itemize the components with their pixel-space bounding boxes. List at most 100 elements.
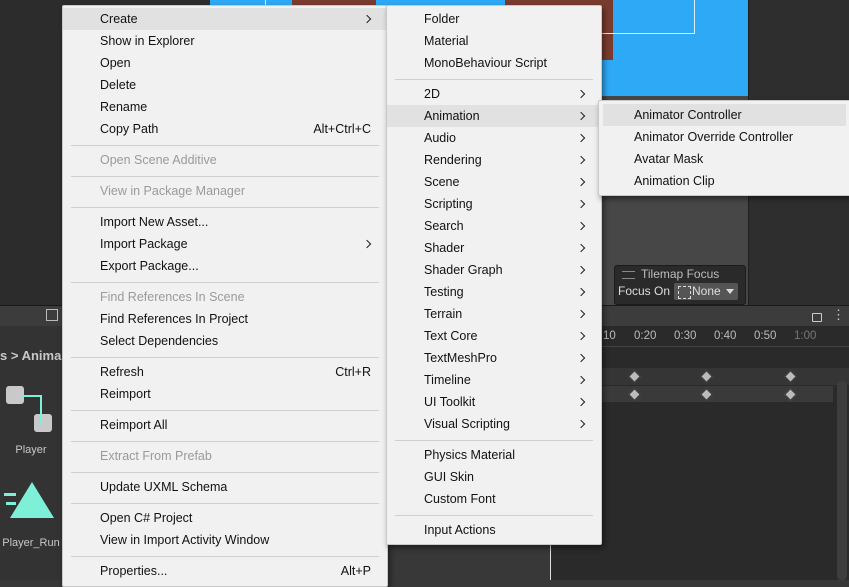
menu-item-custom-font[interactable]: Custom Font — [387, 488, 601, 510]
menu-item-reimport-all[interactable]: Reimport All — [63, 414, 387, 436]
menu-item-avatar-mask[interactable]: Avatar Mask — [599, 148, 849, 170]
menu-item-import-package[interactable]: Import Package — [63, 233, 387, 255]
animation-submenu: Animator Controller Animator Override Co… — [598, 100, 849, 196]
menu-separator — [71, 282, 379, 283]
menu-item-animation[interactable]: Animation — [387, 105, 601, 127]
menu-item-ui-toolkit[interactable]: UI Toolkit — [387, 391, 601, 413]
menu-item-create[interactable]: Create — [63, 8, 387, 30]
chevron-right-icon — [576, 111, 586, 121]
ruler-tick-label: 0:20 — [634, 330, 657, 342]
menu-item-export-package[interactable]: Export Package... — [63, 255, 387, 277]
chevron-right-icon — [576, 133, 586, 143]
more-options-icon[interactable]: ⋮ — [832, 308, 845, 321]
ruler-tick-label: 0:30 — [674, 330, 697, 342]
focus-dropdown[interactable]: None — [674, 283, 738, 300]
menu-separator — [71, 472, 379, 473]
toggle-icon[interactable] — [46, 309, 58, 321]
menu-item-copy-path[interactable]: Copy Path Alt+Ctrl+C — [63, 118, 387, 140]
tilemap-focus-overlay: Tilemap Focus Focus On None — [614, 265, 746, 305]
menu-separator — [71, 410, 379, 411]
chevron-right-icon — [576, 265, 586, 275]
menu-item-view-in-import-activity-window[interactable]: View in Import Activity Window — [63, 529, 387, 551]
menu-item-input-actions[interactable]: Input Actions — [387, 519, 601, 541]
menu-item-shader[interactable]: Shader — [387, 237, 601, 259]
menu-separator — [71, 357, 379, 358]
menu-item-delete[interactable]: Delete — [63, 74, 387, 96]
menu-item-monobehaviour-script[interactable]: MonoBehaviour Script — [387, 52, 601, 74]
chevron-right-icon — [576, 287, 586, 297]
chevron-right-icon — [362, 239, 372, 249]
tilemap-focus-title: Tilemap Focus — [641, 267, 720, 281]
chevron-right-icon — [576, 155, 586, 165]
menu-separator — [395, 515, 593, 516]
menu-separator — [71, 207, 379, 208]
menu-item-testing[interactable]: Testing — [387, 281, 601, 303]
menu-item-animator-controller[interactable]: Animator Controller — [603, 104, 846, 126]
chevron-right-icon — [576, 419, 586, 429]
shortcut-copy-path: Alt+Ctrl+C — [313, 122, 371, 136]
dropdown-arrow-icon — [726, 289, 734, 294]
menu-item-gui-skin[interactable]: GUI Skin — [387, 466, 601, 488]
menu-item-refresh[interactable]: Refresh Ctrl+R — [63, 361, 387, 383]
menu-separator — [71, 556, 379, 557]
motion-line-icon — [6, 502, 16, 505]
menu-item-terrain[interactable]: Terrain — [387, 303, 601, 325]
chevron-right-icon — [576, 177, 586, 187]
motion-line-icon — [4, 493, 16, 496]
chevron-right-icon — [576, 375, 586, 385]
menu-item-rename[interactable]: Rename — [63, 96, 387, 118]
ruler-tick-label: 0:50 — [754, 330, 777, 342]
ruler-tick-label: 10 — [603, 330, 616, 342]
menu-item-select-dependencies[interactable]: Select Dependencies — [63, 330, 387, 352]
menu-item-timeline[interactable]: Timeline — [387, 369, 601, 391]
chevron-right-icon — [576, 243, 586, 253]
menu-separator — [71, 145, 379, 146]
ruler-tick-label: 1:00 — [794, 330, 817, 342]
menu-item-find-references-in-scene: Find References In Scene — [100, 290, 245, 304]
animator-controller-link — [22, 395, 42, 425]
menu-item-visual-scripting[interactable]: Visual Scripting — [387, 413, 601, 435]
create-submenu: Folder Material MonoBehaviour Script 2D … — [386, 5, 602, 545]
menu-item-animator-override-controller[interactable]: Animator Override Controller — [599, 126, 849, 148]
project-context-menu: Create Show in Explorer Open Delete Rena… — [62, 5, 388, 587]
menu-item-text-core[interactable]: Text Core — [387, 325, 601, 347]
menu-separator — [71, 441, 379, 442]
menu-item-extract-from-prefab: Extract From Prefab — [100, 449, 212, 463]
menu-item-search[interactable]: Search — [387, 215, 601, 237]
menu-item-open-csharp-project[interactable]: Open C# Project — [63, 507, 387, 529]
menu-item-properties[interactable]: Properties... Alt+P — [63, 560, 387, 582]
menu-item-update-uxml-schema[interactable]: Update UXML Schema — [63, 476, 387, 498]
menu-item-2d[interactable]: 2D — [387, 83, 601, 105]
menu-item-material[interactable]: Material — [387, 30, 601, 52]
asset-label-player-run[interactable]: Player_Run — [0, 537, 62, 549]
menu-item-import-new-asset[interactable]: Import New Asset... — [63, 211, 387, 233]
menu-item-textmeshpro[interactable]: TextMeshPro — [387, 347, 601, 369]
chevron-right-icon — [576, 397, 586, 407]
chevron-right-icon — [576, 221, 586, 231]
chevron-right-icon — [576, 89, 586, 99]
lock-icon[interactable] — [812, 313, 822, 322]
timeline-scrollbar[interactable] — [837, 381, 847, 580]
menu-item-reimport[interactable]: Reimport — [63, 383, 387, 405]
menu-item-scripting[interactable]: Scripting — [387, 193, 601, 215]
focus-on-label: Focus On — [618, 284, 671, 298]
menu-item-animation-clip[interactable]: Animation Clip — [599, 170, 849, 192]
menu-item-open[interactable]: Open — [63, 52, 387, 74]
focus-square-icon — [678, 286, 691, 299]
menu-item-shader-graph[interactable]: Shader Graph — [387, 259, 601, 281]
ruler-tick-label: 0:40 — [714, 330, 737, 342]
chevron-right-icon — [576, 353, 586, 363]
menu-item-show-in-explorer[interactable]: Show in Explorer — [63, 30, 387, 52]
drag-handle-icon[interactable] — [622, 271, 635, 279]
menu-item-audio[interactable]: Audio — [387, 127, 601, 149]
menu-item-physics-material[interactable]: Physics Material — [387, 444, 601, 466]
menu-item-scene[interactable]: Scene — [387, 171, 601, 193]
breadcrumb[interactable]: s > Anima — [0, 348, 62, 366]
menu-item-find-references-in-project[interactable]: Find References In Project — [63, 308, 387, 330]
asset-label-player[interactable]: Player — [0, 444, 62, 456]
menu-item-folder[interactable]: Folder — [387, 8, 601, 30]
animation-clip-icon[interactable] — [10, 482, 54, 518]
menu-separator — [71, 176, 379, 177]
focus-dropdown-value: None — [692, 284, 721, 298]
menu-item-rendering[interactable]: Rendering — [387, 149, 601, 171]
